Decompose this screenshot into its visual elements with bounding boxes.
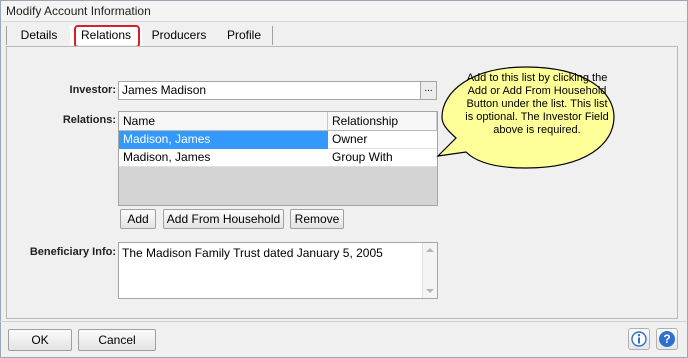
beneficiary-scrollbar[interactable] bbox=[422, 243, 437, 298]
help-button[interactable]: ? bbox=[656, 328, 678, 350]
beneficiary-label: Beneficiary Info: bbox=[29, 246, 116, 258]
investor-browse-button[interactable]: ... bbox=[420, 81, 437, 100]
tab-profile[interactable]: Profile bbox=[216, 26, 273, 45]
relations-grid: Name Relationship Madison, James Owner M… bbox=[118, 111, 438, 206]
column-header-name[interactable]: Name bbox=[119, 112, 328, 130]
relations-label: Relations: bbox=[62, 114, 116, 126]
cancel-button[interactable]: Cancel bbox=[78, 329, 156, 351]
scroll-up-icon[interactable] bbox=[426, 248, 434, 252]
beneficiary-text: The Madison Family Trust dated January 5… bbox=[122, 246, 383, 260]
row-relationship-cell: Owner bbox=[332, 132, 368, 146]
scroll-down-icon[interactable] bbox=[426, 289, 434, 293]
info-icon bbox=[631, 331, 647, 347]
row-name-cell: Madison, James bbox=[123, 150, 211, 164]
row-name-cell: Madison, James bbox=[119, 131, 328, 149]
tab-highlight-annotation bbox=[74, 25, 140, 48]
tab-details[interactable]: Details bbox=[6, 26, 72, 45]
footer-separator bbox=[0, 321, 686, 322]
row-relationship-cell: Group With bbox=[332, 150, 393, 164]
add-button[interactable]: Add bbox=[120, 209, 156, 229]
grid-header: Name Relationship bbox=[119, 112, 437, 131]
table-row[interactable]: Madison, James Owner bbox=[119, 131, 437, 149]
investor-label: Investor: bbox=[69, 84, 116, 96]
remove-button[interactable]: Remove bbox=[290, 209, 344, 229]
svg-text:?: ? bbox=[663, 332, 670, 346]
ok-button[interactable]: OK bbox=[8, 329, 72, 351]
beneficiary-textarea[interactable]: The Madison Family Trust dated January 5… bbox=[118, 242, 438, 299]
window-title: Modify Account Information bbox=[6, 4, 151, 18]
title-bar: Modify Account Information bbox=[1, 1, 687, 22]
tab-producers[interactable]: Producers bbox=[142, 26, 217, 45]
table-row[interactable]: Madison, James Group With bbox=[119, 149, 437, 167]
investor-field[interactable]: James Madison bbox=[118, 81, 421, 100]
info-button[interactable] bbox=[628, 328, 650, 350]
column-header-relationship[interactable]: Relationship bbox=[328, 112, 437, 130]
add-from-household-button[interactable]: Add From Household bbox=[163, 209, 284, 229]
help-icon: ? bbox=[659, 331, 675, 347]
callout-text: Add to this list by clicking the Add or … bbox=[465, 72, 609, 136]
